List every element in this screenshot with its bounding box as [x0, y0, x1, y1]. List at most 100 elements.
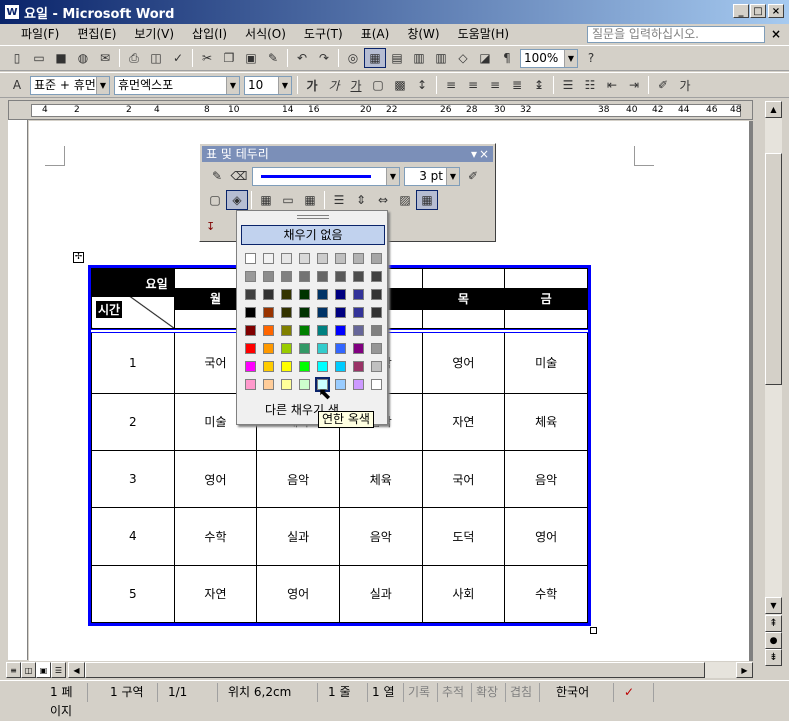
- period-cell[interactable]: 4: [91, 507, 175, 566]
- tables-borders-title[interactable]: 표 및 테두리 ▾ ×: [202, 146, 493, 162]
- italic-icon[interactable]: 가: [323, 75, 345, 95]
- color-swatch[interactable]: [281, 379, 292, 390]
- spelling-status-icon[interactable]: ✓: [614, 682, 654, 702]
- chevron-down-icon[interactable]: ▼: [96, 76, 109, 94]
- web-view-icon[interactable]: ◫: [21, 662, 36, 678]
- horizontal-scroll-thumb[interactable]: [85, 662, 705, 678]
- color-swatch[interactable]: [263, 361, 274, 372]
- color-swatch[interactable]: [299, 289, 310, 300]
- menu-edit[interactable]: 편집(E): [68, 24, 125, 44]
- color-swatch[interactable]: [335, 343, 346, 354]
- color-swatch[interactable]: [371, 379, 382, 390]
- decrease-indent-icon[interactable]: ⇤: [601, 75, 623, 95]
- header-cell[interactable]: 목: [421, 268, 506, 329]
- color-swatch[interactable]: [245, 361, 256, 372]
- align-left-icon[interactable]: ≡: [440, 75, 462, 95]
- font-color-icon[interactable]: 가: [674, 75, 696, 95]
- period-cell[interactable]: 3: [91, 449, 175, 509]
- style-select[interactable]: 표준 + 휴먼' ▼: [30, 75, 110, 95]
- color-swatch[interactable]: [281, 343, 292, 354]
- table-resize-handle[interactable]: [590, 627, 597, 634]
- color-swatch[interactable]: [371, 289, 382, 300]
- subject-cell[interactable]: 체육: [338, 449, 423, 509]
- menu-help[interactable]: 도움말(H): [449, 24, 519, 44]
- color-swatch[interactable]: [245, 379, 256, 390]
- line-style-select[interactable]: ▼: [252, 166, 400, 186]
- color-swatch[interactable]: [245, 271, 256, 282]
- color-swatch[interactable]: [299, 343, 310, 354]
- help-icon[interactable]: ?: [580, 48, 602, 68]
- outside-border-icon[interactable]: ▢: [204, 190, 226, 210]
- print-icon[interactable]: ⎙: [123, 48, 145, 68]
- subject-cell[interactable]: 음악: [256, 449, 340, 509]
- color-swatch[interactable]: [317, 271, 328, 282]
- char-border-icon[interactable]: ▢: [367, 75, 389, 95]
- horizontal-scrollbar[interactable]: ◀ ▶: [68, 662, 753, 678]
- color-swatch[interactable]: [245, 325, 256, 336]
- insert-table-icon[interactable]: ▦: [255, 190, 277, 210]
- chevron-down-icon[interactable]: ▼: [386, 167, 399, 185]
- color-swatch[interactable]: [353, 361, 364, 372]
- distribute-columns-icon[interactable]: ⇔: [372, 190, 394, 210]
- align-icon[interactable]: ☰: [328, 190, 350, 210]
- menu-insert[interactable]: 삽입(I): [183, 24, 236, 44]
- subject-cell[interactable]: 사회: [421, 564, 506, 624]
- color-swatch[interactable]: [281, 271, 292, 282]
- color-swatch[interactable]: [263, 271, 274, 282]
- color-swatch[interactable]: [317, 361, 328, 372]
- close-icon[interactable]: ×: [479, 146, 489, 162]
- color-swatch[interactable]: [371, 253, 382, 264]
- print-preview-icon[interactable]: ◫: [145, 48, 167, 68]
- color-swatch[interactable]: [335, 379, 346, 390]
- split-cells-icon[interactable]: ▦: [299, 190, 321, 210]
- color-swatch[interactable]: [353, 343, 364, 354]
- next-page-icon[interactable]: ⇟: [765, 649, 782, 666]
- color-swatch[interactable]: [281, 307, 292, 318]
- insert-table-icon[interactable]: ▤: [386, 48, 408, 68]
- scroll-up-icon[interactable]: ▲: [765, 101, 782, 118]
- line-weight-select[interactable]: 3 pt ▼: [404, 166, 460, 186]
- subject-cell[interactable]: 영어: [256, 564, 340, 624]
- drawing-icon[interactable]: ◇: [452, 48, 474, 68]
- chevron-down-icon[interactable]: ▼: [564, 49, 577, 67]
- char-shading-icon[interactable]: ▩: [389, 75, 411, 95]
- format-painter-icon[interactable]: ✎: [262, 48, 284, 68]
- color-swatch[interactable]: [335, 253, 346, 264]
- color-swatch[interactable]: [245, 343, 256, 354]
- subject-cell[interactable]: 음악: [338, 507, 423, 566]
- browse-object-icon[interactable]: ●: [765, 632, 782, 649]
- menu-tools[interactable]: 도구(T): [295, 24, 352, 44]
- status-overtype[interactable]: 겹침: [506, 682, 540, 702]
- show-gridlines-icon[interactable]: ▦: [416, 190, 438, 210]
- color-swatch[interactable]: [245, 307, 256, 318]
- color-swatch[interactable]: [371, 307, 382, 318]
- previous-page-icon[interactable]: ⇞: [765, 615, 782, 632]
- subject-cell[interactable]: 미술: [504, 330, 588, 394]
- show-hide-icon[interactable]: ¶: [496, 48, 518, 68]
- color-swatch[interactable]: [353, 307, 364, 318]
- vertical-scrollbar[interactable]: ▲ ▼ ⇞ ● ⇟: [765, 101, 782, 666]
- color-swatch[interactable]: [281, 289, 292, 300]
- color-swatch[interactable]: [281, 253, 292, 264]
- color-swatch[interactable]: [299, 325, 310, 336]
- shading-color-icon[interactable]: ◈: [226, 190, 248, 210]
- status-extend[interactable]: 확장: [472, 682, 506, 702]
- copy-icon[interactable]: ❐: [218, 48, 240, 68]
- color-swatch[interactable]: [371, 271, 382, 282]
- document-close-icon[interactable]: ×: [771, 27, 781, 41]
- char-scale-icon[interactable]: ↕: [411, 75, 433, 95]
- justify-icon[interactable]: ≣: [506, 75, 528, 95]
- header-cell[interactable]: 금: [504, 268, 588, 329]
- subject-cell[interactable]: 실과: [338, 564, 423, 624]
- outline-view-icon[interactable]: ☰: [51, 662, 66, 678]
- color-swatch[interactable]: [317, 325, 328, 336]
- bold-icon[interactable]: 가: [301, 75, 323, 95]
- autoformat-icon[interactable]: ▨: [394, 190, 416, 210]
- color-swatch[interactable]: [371, 361, 382, 372]
- scroll-right-icon[interactable]: ▶: [736, 662, 753, 678]
- color-swatch[interactable]: [335, 271, 346, 282]
- cut-icon[interactable]: ✂: [196, 48, 218, 68]
- highlight-icon[interactable]: ✐: [652, 75, 674, 95]
- menu-table[interactable]: 표(A): [352, 24, 399, 44]
- scroll-down-icon[interactable]: ▼: [765, 597, 782, 614]
